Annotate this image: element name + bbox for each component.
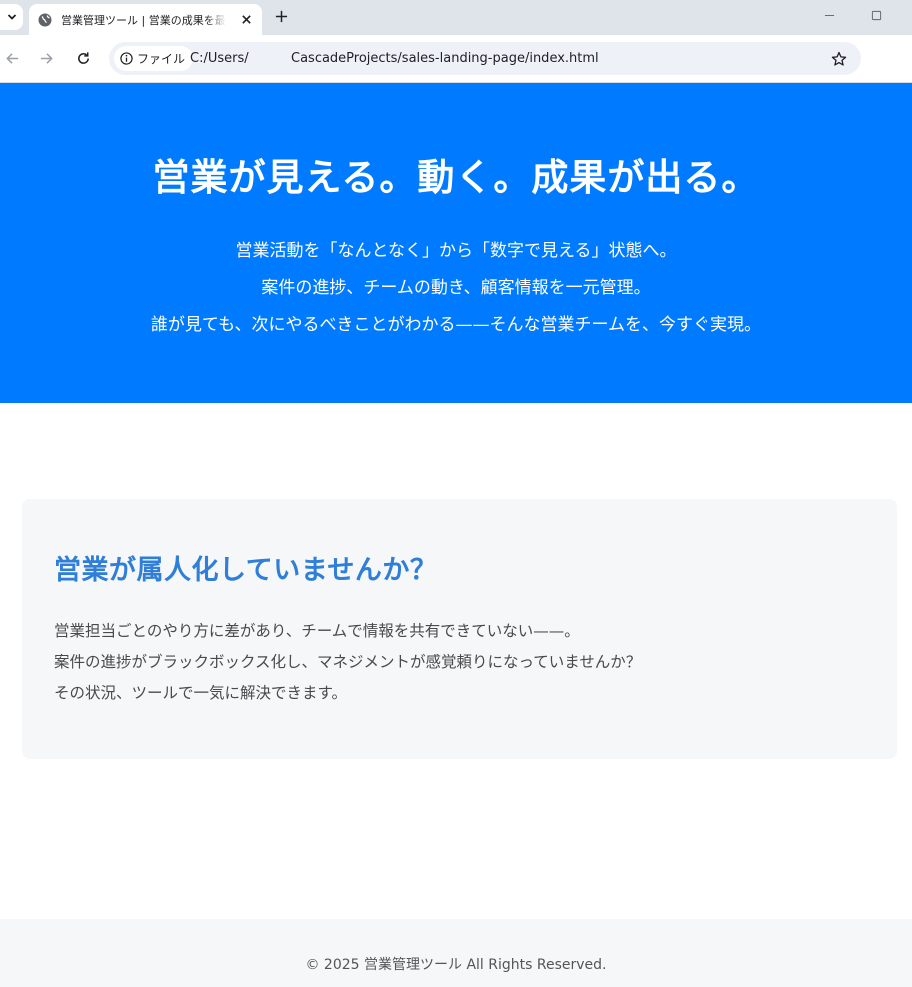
plus-icon[interactable] <box>272 7 290 25</box>
arrow-right-icon[interactable] <box>37 49 55 67</box>
problem-body: 営業担当ごとのやり方に差があり、チームで情報を共有できていない——。 案件の進捗… <box>54 616 641 709</box>
tab-search-button[interactable] <box>0 4 23 30</box>
page-footer: © 2025 営業管理ツール All Rights Reserved. <box>0 919 912 987</box>
url-text-path: CascadeProjects/sales-landing-page/index… <box>291 51 599 66</box>
browser-toolbar: ファイル C:/Users/ CascadeProjects/sales-lan… <box>0 35 912 82</box>
tab-title: 営業管理ツール | 営業の成果を最大化 <box>61 13 226 27</box>
hero-lead-line: 誰が見ても、次にやるべきことがわかる——そんな営業チームを、今すぐ実現。 <box>150 315 762 335</box>
browser-tabstrip: 営業管理ツール | 営業の成果を最大化 <box>0 0 912 35</box>
problem-body-line: 営業担当ごとのやり方に差があり、チームで情報を共有できていない——。 <box>54 622 580 640</box>
star-icon[interactable] <box>830 50 847 67</box>
close-icon[interactable] <box>238 11 254 27</box>
problem-body-line: その状況、ツールで一気に解決できます。 <box>54 684 347 702</box>
url-text-prefix: C:/Users/ <box>190 51 249 66</box>
address-bar[interactable]: ファイル C:/Users/ CascadeProjects/sales-lan… <box>109 42 861 75</box>
chevron-down-icon <box>7 14 16 20</box>
hero-lead-line: 案件の進捗、チームの動き、顧客情報を一元管理。 <box>261 278 651 298</box>
site-info-chip[interactable]: ファイル <box>114 46 194 71</box>
hero-section: 営業が見える。動く。成果が出る。 営業活動を「なんとなく」から「数字で見える」状… <box>0 83 912 403</box>
info-icon <box>120 52 133 65</box>
hero-lead-line: 営業活動を「なんとなく」から「数字で見える」状態へ。 <box>235 241 677 261</box>
arrow-left-icon[interactable] <box>3 49 21 67</box>
hero-title: 営業が見える。動く。成果が出る。 <box>152 156 760 199</box>
minimize-icon[interactable] <box>822 8 836 22</box>
problem-card: 営業が属人化していませんか？ 営業担当ごとのやり方に差があり、チームで情報を共有… <box>22 499 897 759</box>
site-chip-label: ファイル <box>137 52 186 66</box>
maximize-icon[interactable] <box>869 8 883 22</box>
problem-body-line: 案件の進捗がブラックボックス化し、マネジメントが感覚頼りになっていませんか？ <box>54 653 642 671</box>
reload-icon[interactable] <box>74 49 92 67</box>
footer-copyright: © 2025 営業管理ツール All Rights Reserved. <box>305 957 607 973</box>
hero-lead: 営業活動を「なんとなく」から「数字で見える」状態へ。 案件の進捗、チームの動き、… <box>0 233 912 344</box>
problem-title: 営業が属人化していませんか？ <box>54 555 438 586</box>
browser-tab-active[interactable]: 営業管理ツール | 営業の成果を最大化 <box>29 4 262 35</box>
globe-icon <box>38 13 52 27</box>
